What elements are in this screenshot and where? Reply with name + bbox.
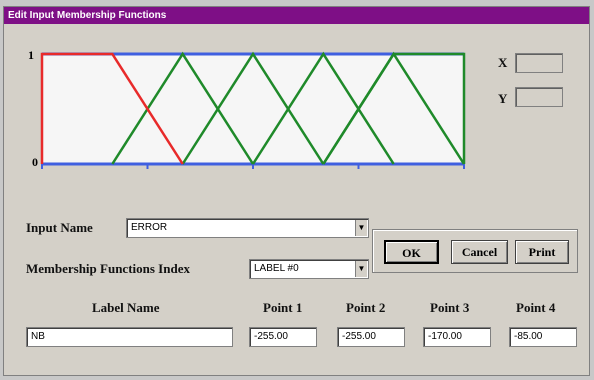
y-min-label: 0 [32, 155, 38, 169]
y-readout [515, 87, 563, 107]
y-max-label: 1 [28, 48, 34, 62]
point2-field[interactable]: -255.00 [337, 327, 405, 347]
input-name-value: ERROR [131, 222, 168, 233]
mf-index-dropdown[interactable]: LABEL #0 ▼ [249, 259, 369, 279]
y-label: Y [498, 91, 508, 106]
point3-header: Point 3 [430, 300, 470, 315]
ok-button[interactable]: OK [384, 240, 439, 264]
cancel-button[interactable]: Cancel [451, 240, 508, 264]
label-name-field[interactable]: NB [26, 327, 233, 347]
dialog-window: Edit Input Membership Functions 1 0 -255.0… [3, 6, 590, 376]
point1-header: Point 1 [263, 300, 303, 315]
x-readout [515, 53, 563, 73]
plot-background [42, 54, 464, 164]
point1-field[interactable]: -255.00 [249, 327, 317, 347]
mf-index-label: Membership Functions Index [26, 261, 190, 276]
button-group: OK Cancel Print [372, 229, 578, 273]
point2-header: Point 2 [346, 300, 386, 315]
input-name-dropdown[interactable]: ERROR ▼ [126, 218, 369, 238]
chevron-down-icon[interactable]: ▼ [355, 220, 367, 236]
point3-field[interactable]: -170.00 [423, 327, 491, 347]
label-name-header: Label Name [92, 300, 160, 315]
input-name-label: Input Name [26, 220, 93, 235]
point4-field[interactable]: -85.00 [509, 327, 577, 347]
point4-header: Point 4 [516, 300, 556, 315]
chevron-down-icon[interactable]: ▼ [355, 261, 367, 277]
x-label: X [498, 55, 508, 70]
mf-index-value: LABEL #0 [254, 263, 299, 274]
print-button[interactable]: Print [515, 240, 569, 264]
title-bar: Edit Input Membership Functions [4, 7, 589, 24]
